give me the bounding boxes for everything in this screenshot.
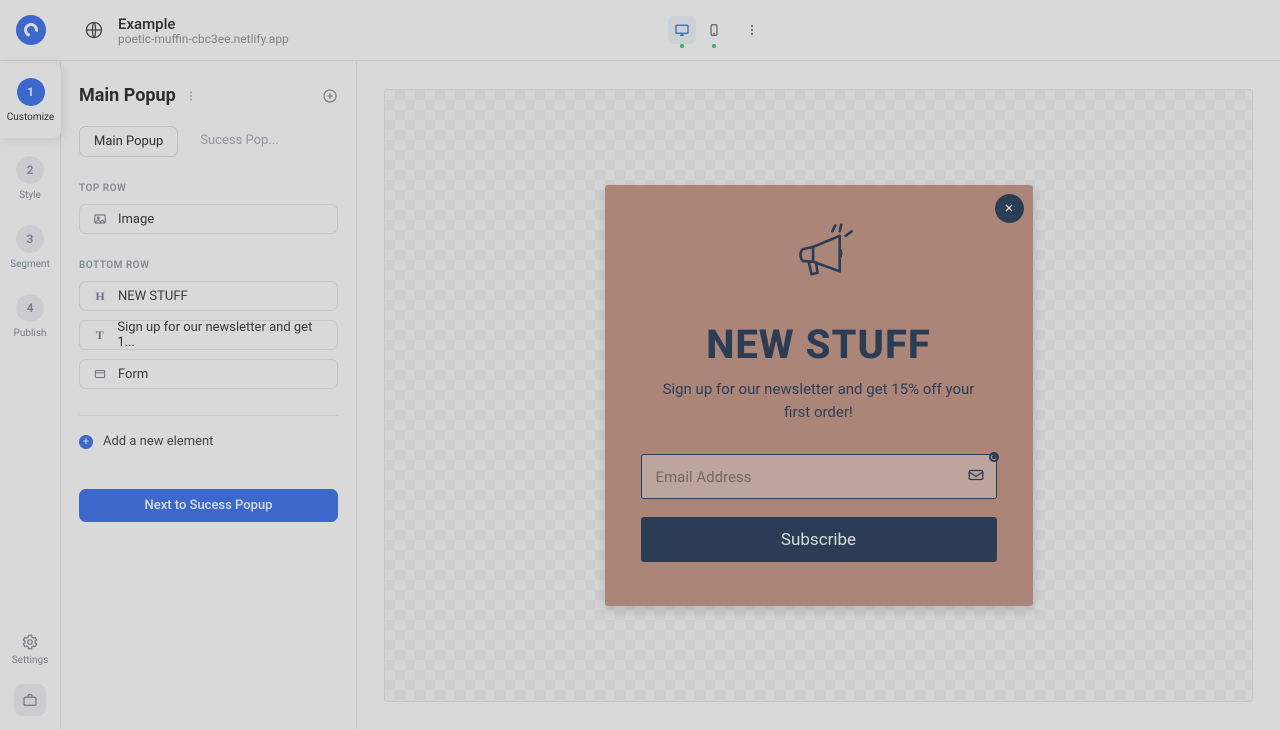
panel-title: Main Popup: [79, 85, 176, 106]
mail-icon: [967, 466, 985, 484]
plus-icon: +: [79, 435, 93, 449]
globe-icon: [84, 20, 104, 40]
selection-handle-icon[interactable]: [989, 452, 999, 462]
text-icon: T: [92, 328, 107, 343]
popup-close-button[interactable]: [995, 194, 1024, 223]
panel-divider: [79, 415, 338, 416]
preview-frame: NEW STUFF Sign up for our newsletter and…: [384, 89, 1253, 702]
panel-more-icon[interactable]: [184, 89, 198, 103]
desktop-preview-button[interactable]: [668, 16, 696, 44]
app-logo[interactable]: [16, 15, 46, 45]
step-rail: 2 Style 3 Segment 4 Publish Settings: [0, 61, 61, 730]
next-button[interactable]: Next to Sucess Popup: [79, 489, 338, 522]
editor-side-panel: Main Popup Main Popup Sucess Pop... TOP …: [61, 61, 357, 730]
mobile-preview-button[interactable]: [700, 16, 728, 44]
heading-icon: H: [92, 289, 108, 304]
tab-main-popup[interactable]: Main Popup: [79, 126, 178, 157]
element-heading[interactable]: H NEW STUFF: [79, 281, 338, 311]
rail-step-style[interactable]: 2 Style: [16, 156, 44, 201]
megaphone-icon: [641, 221, 997, 295]
close-icon: [1003, 202, 1015, 214]
element-text[interactable]: T Sign up for our newsletter and get 1..…: [79, 320, 338, 350]
subscribe-button[interactable]: Subscribe: [641, 517, 997, 562]
rail-briefcase-button[interactable]: [14, 684, 46, 716]
preview-canvas: NEW STUFF Sign up for our newsletter and…: [357, 61, 1280, 730]
form-icon: [92, 367, 108, 381]
panel-add-icon[interactable]: [322, 88, 338, 104]
image-icon: [92, 212, 108, 226]
popup-preview: NEW STUFF Sign up for our newsletter and…: [605, 185, 1033, 607]
header-more-icon[interactable]: [744, 22, 760, 38]
briefcase-icon: [22, 692, 38, 708]
site-title: Example: [118, 15, 289, 33]
popup-subtext: Sign up for our newsletter and get 15% o…: [641, 378, 997, 425]
site-url: poetic-muffin-cbc3ee.netlify.app: [118, 32, 289, 46]
popup-headline: NEW STUFF: [641, 321, 997, 368]
add-element-button[interactable]: + Add a new element: [79, 434, 338, 449]
rail-settings[interactable]: Settings: [12, 633, 49, 666]
rail-step-customize[interactable]: 1 Customize: [0, 63, 61, 138]
section-label-bottom-row: BOTTOM ROW: [79, 260, 338, 271]
section-label-top-row: TOP ROW: [79, 183, 338, 194]
rail-step-publish[interactable]: 4 Publish: [14, 294, 47, 339]
element-image[interactable]: Image: [79, 204, 338, 234]
tab-success-popup[interactable]: Sucess Pop...: [186, 126, 292, 157]
gear-icon: [21, 633, 39, 651]
email-input[interactable]: [641, 454, 997, 499]
element-form[interactable]: Form: [79, 359, 338, 389]
rail-step-segment[interactable]: 3 Segment: [10, 225, 50, 270]
app-header: Example poetic-muffin-cbc3ee.netlify.app: [0, 0, 1280, 61]
